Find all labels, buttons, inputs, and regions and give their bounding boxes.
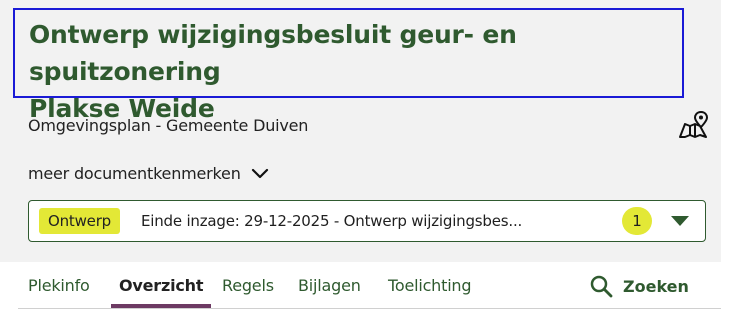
more-document-properties-toggle[interactable]: meer documentkenmerken [28, 164, 269, 183]
version-count-badge: 1 [622, 207, 652, 235]
page-edge [721, 0, 733, 328]
tabs-divider [18, 308, 721, 309]
chevron-down-icon [251, 168, 268, 178]
tab-overzicht[interactable]: Overzicht [119, 276, 203, 295]
document-title-line-1: Ontwerp wijzigingsbesluit geur- en spuit… [29, 20, 517, 86]
status-badge: Ontwerp [39, 208, 120, 234]
document-tabs: Plekinfo Overzicht Regels Bijlagen Toeli… [0, 262, 721, 328]
map-pin-icon[interactable] [677, 110, 709, 142]
version-select[interactable]: Ontwerp Einde inzage: 29-12-2025 - Ontwe… [28, 200, 706, 242]
search-icon [590, 275, 613, 298]
tab-regels[interactable]: Regels [222, 276, 274, 295]
tab-bijlagen[interactable]: Bijlagen [298, 276, 361, 295]
search-button[interactable]: Zoeken [589, 274, 689, 298]
caret-down-icon [671, 216, 689, 226]
document-title-focus-box: Ontwerp wijzigingsbesluit geur- en spuit… [13, 8, 684, 123]
version-description: Einde inzage: 29-12-2025 - Ontwerp wijzi… [140, 212, 523, 230]
document-subtitle: Omgevingsplan - Gemeente Duiven [28, 116, 309, 135]
more-document-properties-label: meer documentkenmerken [28, 164, 241, 183]
tab-plekinfo[interactable]: Plekinfo [28, 276, 90, 295]
tab-toelichting[interactable]: Toelichting [388, 276, 472, 295]
search-label: Zoeken [623, 276, 689, 296]
